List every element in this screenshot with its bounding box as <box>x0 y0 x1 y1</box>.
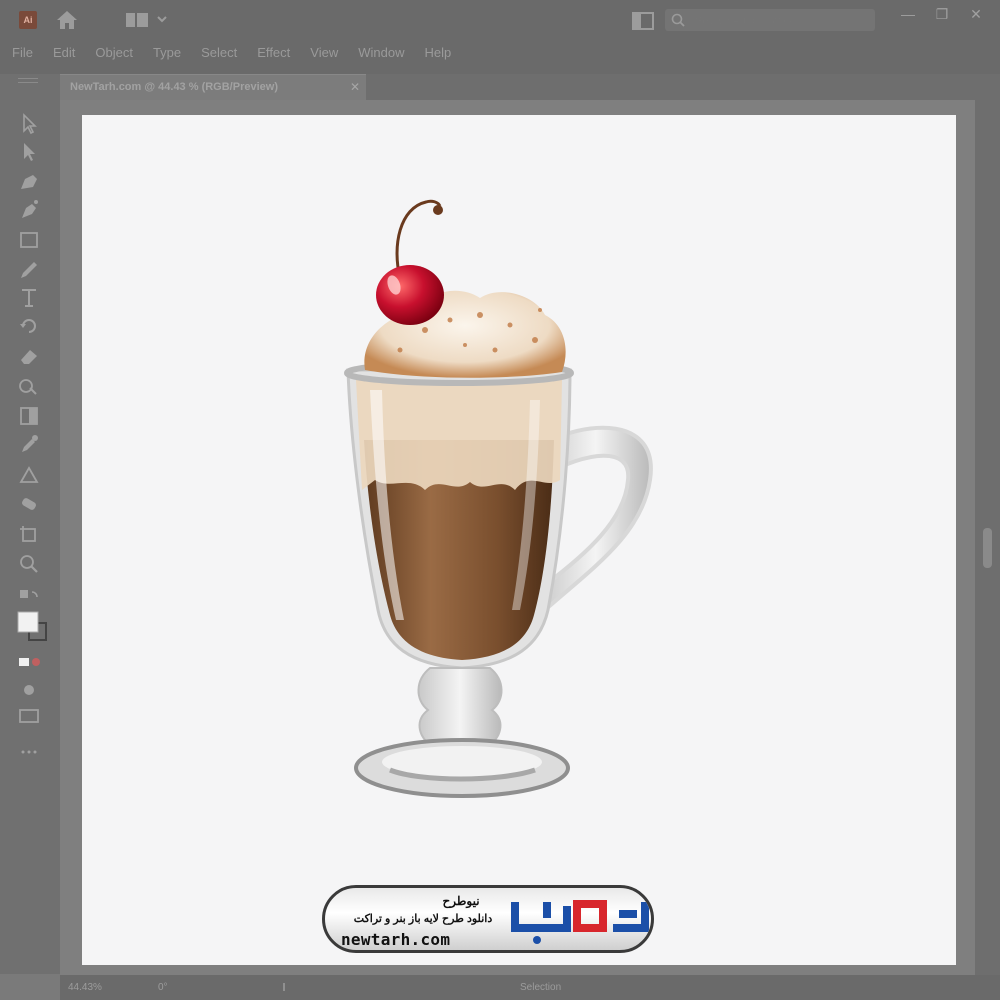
scrollbar-thumb[interactable] <box>983 528 992 568</box>
swap-fill-stroke-icon[interactable] <box>16 586 42 610</box>
eraser-tool-icon[interactable] <box>16 344 42 368</box>
selection-tool-icon[interactable] <box>16 112 42 136</box>
blend-tool-icon[interactable] <box>16 462 42 486</box>
menu-help[interactable]: Help <box>424 45 451 60</box>
glass-stem <box>417 667 503 746</box>
newtarh-logo-icon <box>511 900 649 944</box>
zoom-tool-icon[interactable] <box>16 552 42 576</box>
pencil-tool-icon[interactable] <box>16 258 42 282</box>
watermark-title: نیوطرح <box>442 894 480 908</box>
watermark-url: newtarh.com <box>341 930 451 949</box>
status-mode[interactable]: Selection <box>520 982 561 993</box>
minimize-button[interactable]: — <box>896 6 920 22</box>
search-icon <box>671 13 685 27</box>
symbol-sprayer-tool-icon[interactable] <box>16 492 42 516</box>
document-tab[interactable]: NewTarh.com @ 44.43 % (RGB/Preview) ✕ <box>60 74 366 101</box>
shape-builder-tool-icon[interactable] <box>16 374 42 398</box>
drawing-mode-icon[interactable] <box>16 678 42 702</box>
app-logo-icon: Ai <box>19 11 37 29</box>
menu-select[interactable]: Select <box>201 45 237 60</box>
status-bar: 44.43% 0° Selection <box>60 975 1000 1000</box>
rotation-angle[interactable]: 0° <box>158 982 168 993</box>
panel-grip[interactable] <box>18 78 38 83</box>
cherry-stem-end <box>433 205 443 215</box>
menu-window[interactable]: Window <box>358 45 404 60</box>
menu-edit[interactable]: Edit <box>53 45 75 60</box>
menu-file[interactable]: File <box>12 45 33 60</box>
arrange-documents-icon[interactable] <box>632 12 654 30</box>
control-bar <box>0 64 1000 74</box>
newtarh-watermark: نیوطرح دانلود طرح لایه باز بنر و تراکت n… <box>322 885 654 953</box>
watermark-subtitle: دانلود طرح لایه باز بنر و تراکت <box>353 913 493 925</box>
close-button[interactable]: ✕ <box>964 6 988 22</box>
workspace-switcher-icon[interactable] <box>126 12 170 28</box>
irish-coffee-illustration[interactable] <box>330 190 670 810</box>
more-tools-icon[interactable] <box>16 740 42 764</box>
tools-panel <box>0 74 60 974</box>
home-icon[interactable] <box>56 10 78 30</box>
document-tab-title: NewTarh.com @ 44.43 % (RGB/Preview) <box>70 81 278 93</box>
vertical-scrollbar[interactable] <box>975 100 1000 975</box>
zoom-level[interactable]: 44.43% <box>68 982 102 993</box>
artboard-navigation-icon[interactable] <box>280 981 294 993</box>
direct-selection-tool-icon[interactable] <box>16 140 42 164</box>
rotate-tool-icon[interactable] <box>16 314 42 338</box>
fill-stroke-swatch-icon[interactable] <box>16 610 48 644</box>
menu-type[interactable]: Type <box>153 45 181 60</box>
application-bar: Ai — ❐ ✕ <box>0 0 1000 40</box>
menu-view[interactable]: View <box>310 45 338 60</box>
menu-bar: File Edit Object Type Select Effect View… <box>0 40 1000 64</box>
color-mode-icon[interactable] <box>16 650 42 674</box>
menu-object[interactable]: Object <box>95 45 133 60</box>
artboard-tool-icon[interactable] <box>16 522 42 546</box>
pen-tool-icon[interactable] <box>16 170 42 194</box>
document-tab-strip: NewTarh.com @ 44.43 % (RGB/Preview) ✕ <box>60 74 1000 101</box>
screen-mode-icon[interactable] <box>16 704 42 728</box>
cherry <box>376 265 444 325</box>
gradient-tool-icon[interactable] <box>16 404 42 428</box>
eyedropper-tool-icon[interactable] <box>16 432 42 456</box>
close-icon[interactable]: ✕ <box>350 80 360 94</box>
menu-effect[interactable]: Effect <box>257 45 290 60</box>
type-tool-icon[interactable] <box>16 286 42 310</box>
rectangle-tool-icon[interactable] <box>16 228 42 252</box>
stock-search-box[interactable] <box>665 9 875 31</box>
search-input[interactable] <box>693 11 872 31</box>
restore-button[interactable]: ❐ <box>930 6 954 22</box>
curvature-tool-icon[interactable] <box>16 198 42 222</box>
